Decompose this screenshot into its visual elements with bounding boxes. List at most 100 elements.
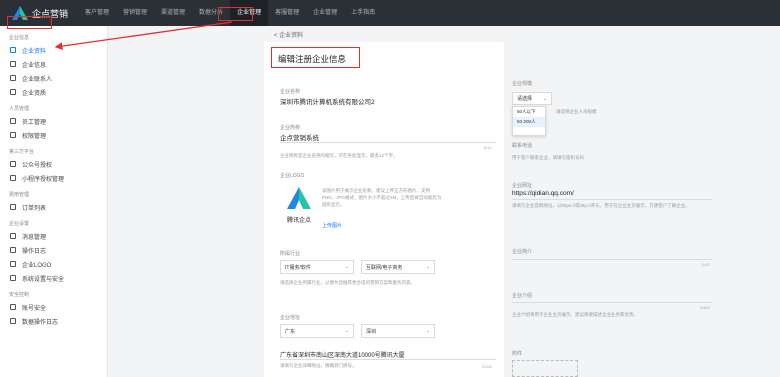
attachment-upload-area[interactable] (512, 360, 578, 377)
sidebar-item-label: 企业LOGO (22, 262, 52, 269)
scale-select[interactable]: 请选择 ⌄ (512, 92, 552, 105)
chevron-down-icon: ⌄ (425, 328, 430, 334)
tencent-qidian-logo-icon (287, 187, 311, 209)
sidebar-group-title: 安全控制 (9, 292, 30, 298)
sidebar-item[interactable]: 企业信息 (0, 57, 107, 71)
menu-icon (10, 247, 16, 253)
nav-item[interactable]: 上手指南 (344, 0, 382, 26)
sidebar-item-label: 企业资质 (22, 90, 47, 97)
address-underline (280, 359, 496, 360)
description-label: 企业介绍 (512, 293, 533, 299)
sidebar-item-label: 系统设置与安全 (22, 276, 65, 283)
scale-hint: 请选择企业人员规模 (556, 109, 597, 114)
logo-hint: 该图片用于展示企业形象，建议上传正方形图片，支持PNG、JPG格式，图片大小不超… (322, 188, 442, 207)
menu-icon (10, 275, 16, 281)
highlight-box-sidebar (7, 16, 52, 29)
logo-caption: 腾讯企点 (286, 218, 311, 224)
sidebar-item-label: 企业信息 (22, 62, 47, 69)
sidebar-item-label: 小程序授权管理 (22, 176, 65, 183)
menu-icon (10, 118, 16, 124)
sidebar-item-label: 数据操作日志 (22, 319, 59, 326)
logo-preview: 腾讯企点 (282, 186, 316, 226)
short-name-underline (280, 142, 496, 143)
sidebar-item[interactable]: 企业联系人 (0, 71, 107, 85)
menu-icon (10, 75, 16, 81)
industry-select-1-value: IT服务/软件 (285, 264, 311, 271)
menu-icon (10, 304, 16, 310)
website-label: 企业网址 (512, 183, 533, 189)
sidebar-item[interactable]: 企业LOGO (0, 257, 107, 271)
sidebar-item[interactable]: 企业资料 (0, 43, 107, 57)
sidebar-item-label: 企业联系人 (22, 76, 53, 83)
nav-item[interactable]: 客户管理 (78, 0, 116, 26)
highlight-box-nav (218, 7, 253, 21)
province-select[interactable]: 广东 ⌄ (280, 324, 354, 338)
nav-item[interactable]: 营销管理 (116, 0, 154, 26)
nav-item[interactable]: 企业管理 (306, 0, 344, 26)
sidebar-item[interactable]: 订单列表 (0, 200, 107, 214)
top-navigation-bar: 企点营销 客户管理 营销管理 渠道管理 数据分析 企业管理 客服管理 企业管理 上手指南 (0, 0, 780, 26)
sidebar-item-label: 账号安全 (22, 305, 47, 312)
sidebar-group-title: 第三方平台 (9, 149, 35, 155)
back-link[interactable]: < 企业资料 (274, 30, 303, 39)
industry-select-2[interactable]: 互联网/电子商务 ⌄ (361, 260, 435, 274)
company-name-value: 深圳市腾讯计算机系统有限公司2 (280, 99, 375, 106)
sidebar-item[interactable]: 企业资质 (0, 85, 107, 99)
description-counter: 0/400 (700, 305, 711, 310)
industry-select-1[interactable]: IT服务/软件 ⌄ (280, 260, 354, 274)
region-label: 企业地址 (280, 315, 301, 321)
sidebar-item[interactable]: 员工管理 (0, 114, 107, 128)
menu-icon (10, 89, 16, 95)
short-name-input[interactable]: 企点营销系统 (280, 132, 319, 142)
sidebar-group-title: 人员管理 (9, 106, 30, 112)
menu-icon (10, 161, 16, 167)
description-hint: 企业介绍将用于企业主页展示，建议简要描述企业业务和优势。 (512, 312, 638, 317)
sidebar-item-label: 企业资料 (22, 48, 47, 55)
sidebar-item-label: 操作日志 (22, 248, 47, 255)
sidebar-group-title: 企业信息 (9, 35, 30, 41)
upload-logo-link[interactable]: 上传图片 (322, 222, 342, 229)
sidebar-item[interactable]: 消息管理 (0, 229, 107, 243)
sidebar-item-label: 消息管理 (22, 234, 47, 241)
sidebar-item[interactable]: 小程序授权管理 (0, 171, 107, 185)
sidebar-item[interactable]: 账号安全 (0, 300, 107, 314)
page-title: 编辑注册企业信息 (278, 54, 347, 64)
industry-hint: 请选择企业所属行业，以便为您推荐更合适的营销方案和服务内容。 (280, 280, 415, 285)
chevron-down-icon: ⌄ (344, 264, 349, 270)
address-input[interactable]: 广东省深圳市南山区深南大道10000号腾讯大厦 (280, 350, 405, 359)
nav-item[interactable]: 客服管理 (268, 0, 306, 26)
menu-icon (10, 261, 16, 267)
scale-select-value: 请选择 (517, 96, 533, 102)
province-select-value: 广东 (285, 328, 296, 335)
scale-label: 企业规模 (512, 81, 533, 87)
chevron-down-icon: ⌄ (425, 264, 430, 270)
address-hint: 请填写企业详细地址，精确到门牌号。 (280, 363, 357, 368)
menu-icon (10, 47, 16, 53)
city-select[interactable]: 深圳 ⌄ (361, 324, 435, 338)
nav-item[interactable]: 渠道管理 (154, 0, 192, 26)
company-name-label: 企业名称 (280, 89, 301, 95)
sidebar-item[interactable]: 数据操作日志 (0, 314, 107, 328)
sidebar-item[interactable]: 系统设置与安全 (0, 271, 107, 285)
sidebar-item[interactable]: 操作日志 (0, 243, 107, 257)
website-hint: 请填写企业官网地址，以https://或http://开头，用于在企业主页展示，… (512, 203, 690, 208)
sidebar-item[interactable]: 公众号授权 (0, 157, 107, 171)
menu-icon (10, 175, 16, 181)
chevron-down-icon: ⌄ (344, 328, 349, 334)
sidebar-group-title: 费用管理 (9, 192, 30, 198)
menu-icon (10, 204, 16, 210)
scale-option[interactable]: 50人以下 (513, 107, 545, 117)
sidebar-item[interactable]: 权限管理 (0, 128, 107, 142)
menu-icon (10, 318, 16, 324)
phone-label: 联系电话 (512, 143, 533, 149)
sidebar-item-label: 公众号授权 (22, 162, 53, 169)
scale-option-selected[interactable]: 50-200人 (513, 117, 545, 127)
sidebar-item-label: 订单列表 (22, 205, 47, 212)
website-input[interactable]: https://qidian.qq.com/ (512, 190, 574, 197)
industry-label: 所属行业 (280, 251, 301, 257)
description-underline (512, 302, 712, 303)
short-name-label: 企业简称 (280, 125, 301, 131)
menu-icon (10, 61, 16, 67)
sidebar-item-label: 员工管理 (22, 119, 47, 126)
sidebar-group-title: 企业设置 (9, 221, 30, 227)
